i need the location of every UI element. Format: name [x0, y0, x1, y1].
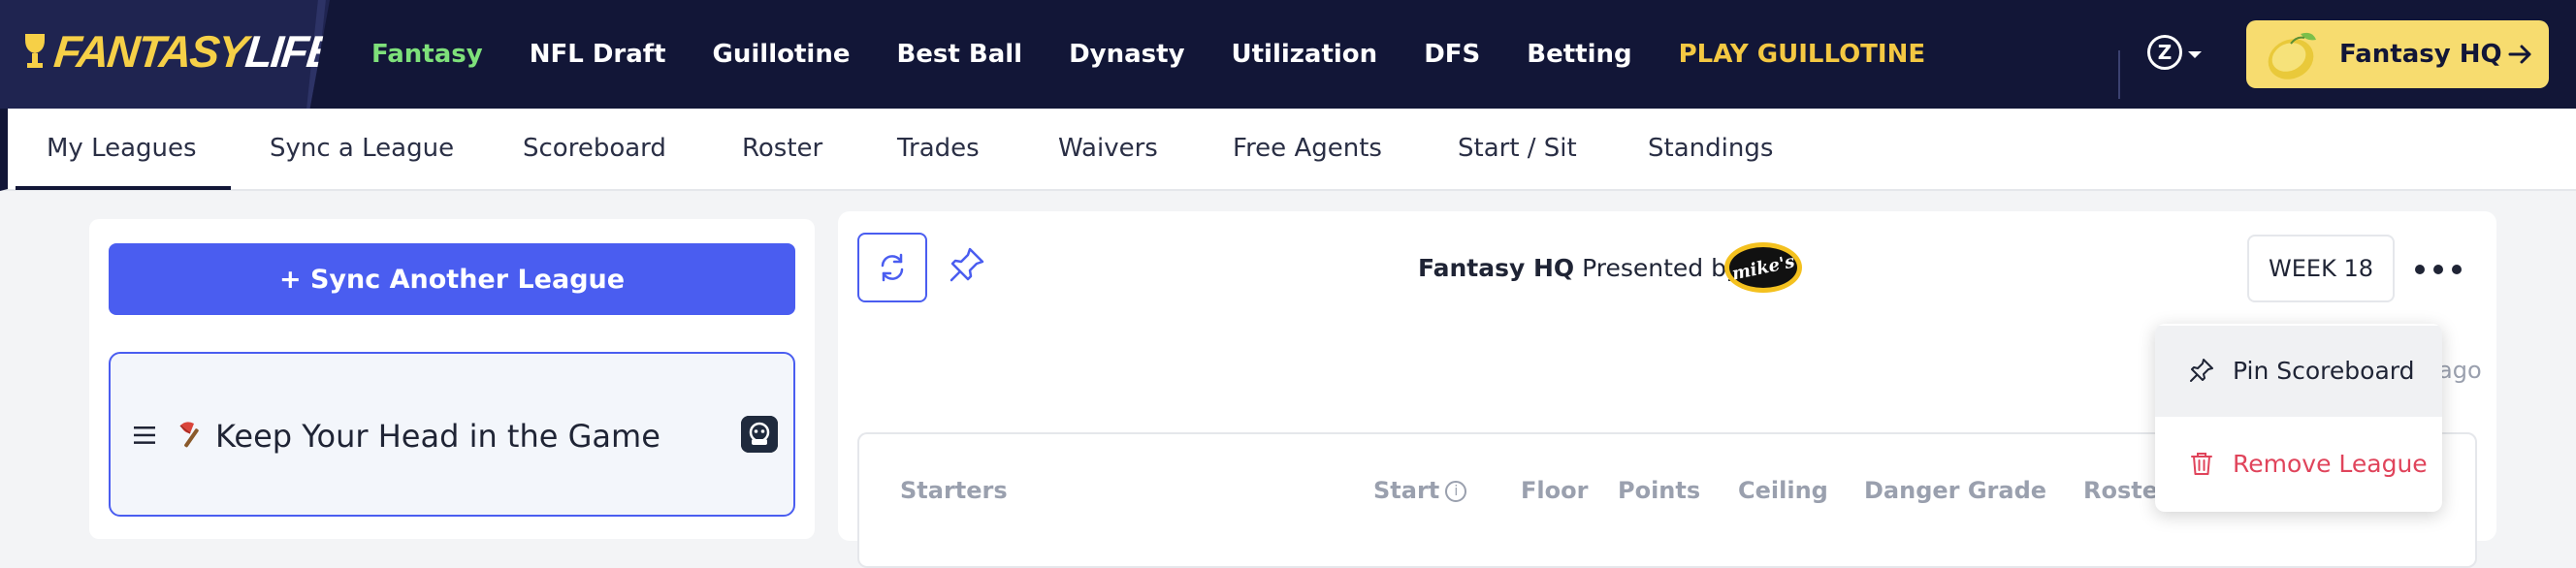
- tab-waivers[interactable]: Waivers: [1058, 134, 1158, 163]
- sleeper-icon: [741, 416, 778, 453]
- column-ceiling: Ceiling: [1738, 477, 1828, 504]
- more-dot: [2415, 265, 2425, 274]
- nav-dfs[interactable]: DFS: [1424, 40, 1480, 69]
- column-danger-grade: Danger Grade: [1864, 477, 2047, 504]
- options-dropdown: Pin Scoreboard Remove League: [2155, 324, 2442, 512]
- arrow-right-icon: [2508, 45, 2531, 64]
- pin-scoreboard-label: Pin Scoreboard: [2233, 357, 2415, 385]
- presented-by-text: Presented by: [1582, 254, 1741, 282]
- refresh-button[interactable]: [857, 233, 927, 302]
- nav-dynasty[interactable]: Dynasty: [1069, 40, 1184, 69]
- mikes-sponsor-logo: mike's: [1724, 242, 1802, 293]
- drag-handle-icon[interactable]: [134, 426, 155, 445]
- nav-utilization[interactable]: Utilization: [1232, 40, 1378, 69]
- logo-text-fantasy: FANTASY: [51, 26, 249, 77]
- nav-fantasy[interactable]: Fantasy: [371, 40, 483, 69]
- main-nav: Fantasy NFL Draft Guillotine Best Ball D…: [371, 0, 1972, 109]
- active-tab-indicator: [16, 186, 231, 190]
- column-starters: Starters: [900, 477, 1008, 504]
- user-avatar[interactable]: Z: [2147, 35, 2182, 70]
- column-start: Start i: [1373, 477, 1467, 504]
- nav-play-guillotine[interactable]: PLAY GUILLOTINE: [1679, 40, 1926, 69]
- fantasy-hq-title: Fantasy HQ: [1418, 254, 1575, 282]
- nav-best-ball[interactable]: Best Ball: [896, 40, 1022, 69]
- nav-nfl-draft[interactable]: NFL Draft: [530, 40, 666, 69]
- pin-icon: [2190, 359, 2213, 382]
- tab-free-agents[interactable]: Free Agents: [1233, 134, 1382, 163]
- tab-standings[interactable]: Standings: [1648, 134, 1773, 163]
- league-name: Keep Your Head in the Game: [215, 418, 660, 455]
- league-sidebar: + Sync Another League Keep Your Head in …: [89, 219, 815, 539]
- pin-scoreboard-item[interactable]: Pin Scoreboard: [2155, 326, 2442, 417]
- logo-area[interactable]: FANTASYLIFE: [0, 0, 330, 109]
- remove-league-label: Remove League: [2233, 450, 2428, 478]
- week-selector[interactable]: WEEK 18: [2247, 235, 2395, 302]
- tab-trades[interactable]: Trades: [897, 134, 980, 163]
- axe-icon: [179, 422, 199, 448]
- fantasy-hq-button[interactable]: Fantasy HQ: [2246, 20, 2549, 88]
- tab-roster[interactable]: Roster: [742, 134, 822, 163]
- remove-league-item[interactable]: Remove League: [2155, 419, 2442, 510]
- more-options-button[interactable]: [2415, 252, 2462, 287]
- last-updated-text: ago: [2438, 357, 2482, 384]
- nav-guillotine[interactable]: Guillotine: [713, 40, 851, 69]
- fantasy-hq-label: Fantasy HQ: [2339, 40, 2502, 69]
- tab-my-leagues[interactable]: My Leagues: [47, 134, 197, 163]
- pin-icon[interactable]: [947, 244, 987, 285]
- more-dot: [2452, 265, 2462, 274]
- league-tabs: My Leagues Sync a League Scoreboard Rost…: [0, 109, 2576, 191]
- logo-text-life: LIFE: [242, 26, 338, 77]
- trash-icon: [2191, 453, 2212, 475]
- tab-sync-a-league[interactable]: Sync a League: [270, 134, 454, 163]
- trophy-icon: [25, 34, 45, 68]
- top-navigation-bar: FANTASYLIFE Fantasy NFL Draft Guillotine…: [0, 0, 2576, 109]
- presented-by-heading: Fantasy HQ Presented by: [1418, 254, 1741, 282]
- column-points: Points: [1618, 477, 1701, 504]
- nav-betting[interactable]: Betting: [1527, 40, 1631, 69]
- chevron-down-icon: [2188, 50, 2202, 58]
- user-menu[interactable]: Z: [2147, 35, 2202, 70]
- sync-another-league-button[interactable]: + Sync Another League: [109, 243, 795, 315]
- column-start-label: Start: [1373, 477, 1440, 504]
- league-card[interactable]: Keep Your Head in the Game: [109, 352, 795, 517]
- info-icon[interactable]: i: [1445, 481, 1467, 502]
- more-dot: [2433, 265, 2443, 274]
- tab-scoreboard[interactable]: Scoreboard: [523, 134, 666, 163]
- fantasy-life-logo[interactable]: FANTASYLIFE: [21, 25, 338, 78]
- refresh-icon: [881, 253, 904, 282]
- logo-wordmark: FANTASYLIFE: [51, 25, 338, 78]
- lemon-icon: [2268, 32, 2316, 79]
- column-floor: Floor: [1521, 477, 1589, 504]
- tab-start-sit[interactable]: Start / Sit: [1458, 134, 1577, 163]
- nav-divider: [2118, 50, 2120, 99]
